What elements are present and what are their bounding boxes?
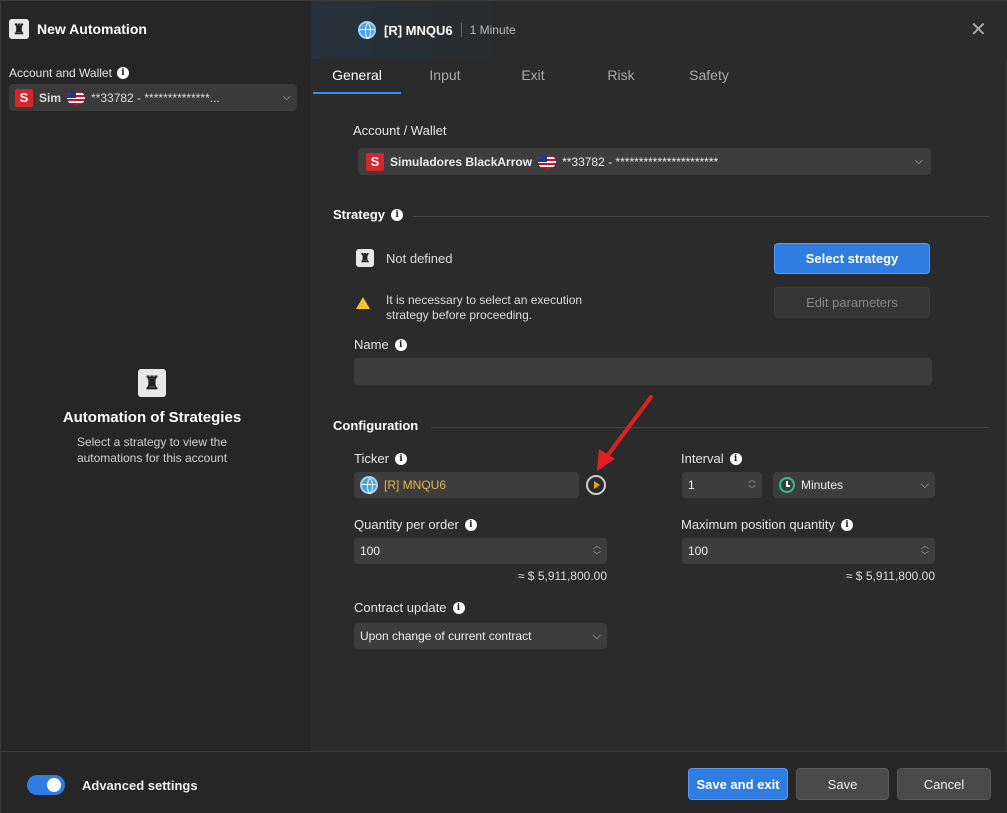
interval-stepper[interactable]: 1 ︿ ﹀ — [682, 472, 762, 498]
save-and-exit-button[interactable]: Save and exit — [688, 768, 788, 800]
tab-safety[interactable]: Safety — [665, 63, 753, 94]
warning-text: It is necessary to select an execution s… — [386, 293, 583, 322]
dialog-title-text: New Automation — [37, 21, 147, 37]
save-button[interactable]: Save — [796, 768, 889, 800]
strategy-warning: It is necessary to select an execution s… — [356, 293, 626, 323]
globe-icon — [358, 21, 376, 39]
ticker-value: [R] MNQU6 — [384, 478, 447, 492]
chevron-down-icon: ⌵ — [592, 629, 601, 642]
name-label: Name i — [354, 337, 407, 352]
tab-bar: General Input Exit Risk Safety — [313, 63, 753, 94]
ticker-label-text: Ticker — [354, 451, 389, 466]
info-icon[interactable]: i — [116, 67, 129, 79]
edit-parameters-button[interactable]: Edit parameters — [774, 287, 930, 318]
wallet-select[interactable]: S Simuladores BlackArrow **33782 - *****… — [358, 148, 931, 175]
ticker-input[interactable]: [R] MNQU6 — [354, 472, 579, 498]
interval-unit-select[interactable]: Minutes ⌵ — [773, 472, 935, 498]
sim-badge-icon: S — [366, 152, 384, 171]
info-icon[interactable]: i — [394, 452, 407, 465]
tab-risk[interactable]: Risk — [577, 63, 665, 94]
tab-general[interactable]: General — [313, 63, 401, 94]
us-flag-icon — [538, 154, 557, 169]
strategy-section-title: Strategy i — [333, 207, 404, 222]
account-name: Sim — [39, 90, 62, 105]
automation-dialog: ♜ New Automation Account and Wallet i S … — [0, 0, 1007, 813]
divider — [460, 23, 462, 37]
rook-logo-icon: ♜ — [356, 249, 374, 267]
info-icon[interactable]: i — [840, 518, 853, 531]
section-divider — [413, 216, 989, 217]
max-position-stepper[interactable]: 100 ︿ ﹀ — [682, 538, 935, 564]
interval-label: Interval i — [681, 451, 742, 466]
quantity-label: Quantity per order i — [354, 517, 477, 532]
header-ticker: [R] MNQU6 1 Minute — [358, 21, 516, 39]
select-strategy-button[interactable]: Select strategy — [774, 243, 930, 274]
max-position-approx-value: ≈ $ 5,911,800.00 — [845, 569, 935, 583]
left-pane: ♜ New Automation Account and Wallet i S … — [1, 1, 311, 751]
rook-logo-icon: ♜ — [138, 369, 166, 397]
chevron-down-icon: ⌵ — [920, 478, 929, 491]
warning-icon — [356, 297, 370, 309]
clock-icon — [779, 477, 795, 493]
info-icon[interactable]: i — [394, 338, 407, 351]
configuration-section-text: Configuration — [333, 418, 419, 433]
contract-update-label: Contract update i — [354, 600, 465, 615]
strategy-status-text: Not defined — [386, 250, 453, 266]
interval-unit-value: Minutes — [801, 478, 844, 492]
quantity-stepper[interactable]: 100 ︿ ﹀ — [354, 538, 607, 564]
chevron-down-icon: ⌵ — [914, 155, 923, 167]
section-divider — [431, 427, 989, 428]
cancel-button[interactable]: Cancel — [897, 768, 991, 800]
info-icon[interactable]: i — [464, 518, 477, 531]
empty-state: ♜ Automation of Strategies Select a stra… — [1, 369, 303, 466]
account-wallet-label: Account and Wallet i — [9, 66, 129, 80]
advanced-settings-label: Advanced settings — [82, 778, 198, 793]
wallet-label: Account / Wallet — [353, 123, 447, 138]
empty-state-title: Automation of Strategies — [62, 409, 242, 426]
stepper-arrows-icon[interactable]: ︿ ﹀ — [593, 541, 601, 561]
account-value: **33782 - **************... — [91, 90, 220, 105]
quantity-label-text: Quantity per order — [354, 517, 459, 532]
quantity-value: 100 — [360, 544, 381, 558]
contract-rollover-icon[interactable] — [586, 475, 606, 495]
strategy-status: ♜ Not defined — [356, 249, 453, 267]
annotation-arrow — [597, 395, 653, 471]
tab-input[interactable]: Input — [401, 63, 489, 94]
interval-value: 1 — [688, 478, 695, 492]
max-position-value: 100 — [688, 544, 709, 558]
quantity-approx-value: ≈ $ 5,911,800.00 — [517, 569, 607, 583]
ticker-label: Ticker i — [354, 451, 407, 466]
account-wallet-label-text: Account and Wallet — [9, 66, 112, 80]
name-label-text: Name — [354, 337, 389, 352]
wallet-value: **33782 - ********************** — [562, 154, 719, 169]
contract-update-label-text: Contract update — [354, 600, 447, 615]
globe-icon — [360, 476, 378, 494]
dialog-title: ♜ New Automation — [9, 19, 147, 39]
stepper-arrows-icon[interactable]: ︿ ﹀ — [748, 475, 756, 495]
contract-update-value: Upon change of current contract — [360, 629, 532, 643]
contract-update-select[interactable]: Upon change of current contract ⌵ — [354, 623, 607, 649]
info-icon[interactable]: i — [391, 208, 404, 221]
header-ticker-name: [R] MNQU6 — [384, 22, 453, 38]
name-input[interactable] — [354, 358, 932, 385]
info-icon[interactable]: i — [729, 452, 742, 465]
rook-logo-icon: ♜ — [9, 19, 29, 39]
stepper-arrows-icon[interactable]: ︿ ﹀ — [921, 541, 929, 561]
max-position-label: Maximum position quantity i — [681, 517, 853, 532]
account-select[interactable]: S Sim **33782 - **************... ⌵ — [9, 84, 297, 111]
chevron-down-icon: ⌵ — [282, 91, 291, 103]
configuration-section-title: Configuration — [333, 418, 418, 433]
header-interval: 1 Minute — [469, 23, 516, 37]
wallet-name: Simuladores BlackArrow — [390, 154, 533, 169]
interval-label-text: Interval — [681, 451, 724, 466]
max-position-label-text: Maximum position quantity — [681, 517, 835, 532]
tab-exit[interactable]: Exit — [489, 63, 577, 94]
us-flag-icon — [67, 90, 86, 105]
advanced-settings-toggle[interactable] — [27, 775, 65, 795]
sim-badge-icon: S — [15, 88, 33, 107]
close-icon[interactable]: ✕ — [970, 17, 987, 42]
info-icon[interactable]: i — [452, 601, 465, 614]
strategy-section-text: Strategy — [333, 207, 386, 222]
empty-state-subtitle: Select a strategy to view the automation… — [76, 435, 228, 465]
